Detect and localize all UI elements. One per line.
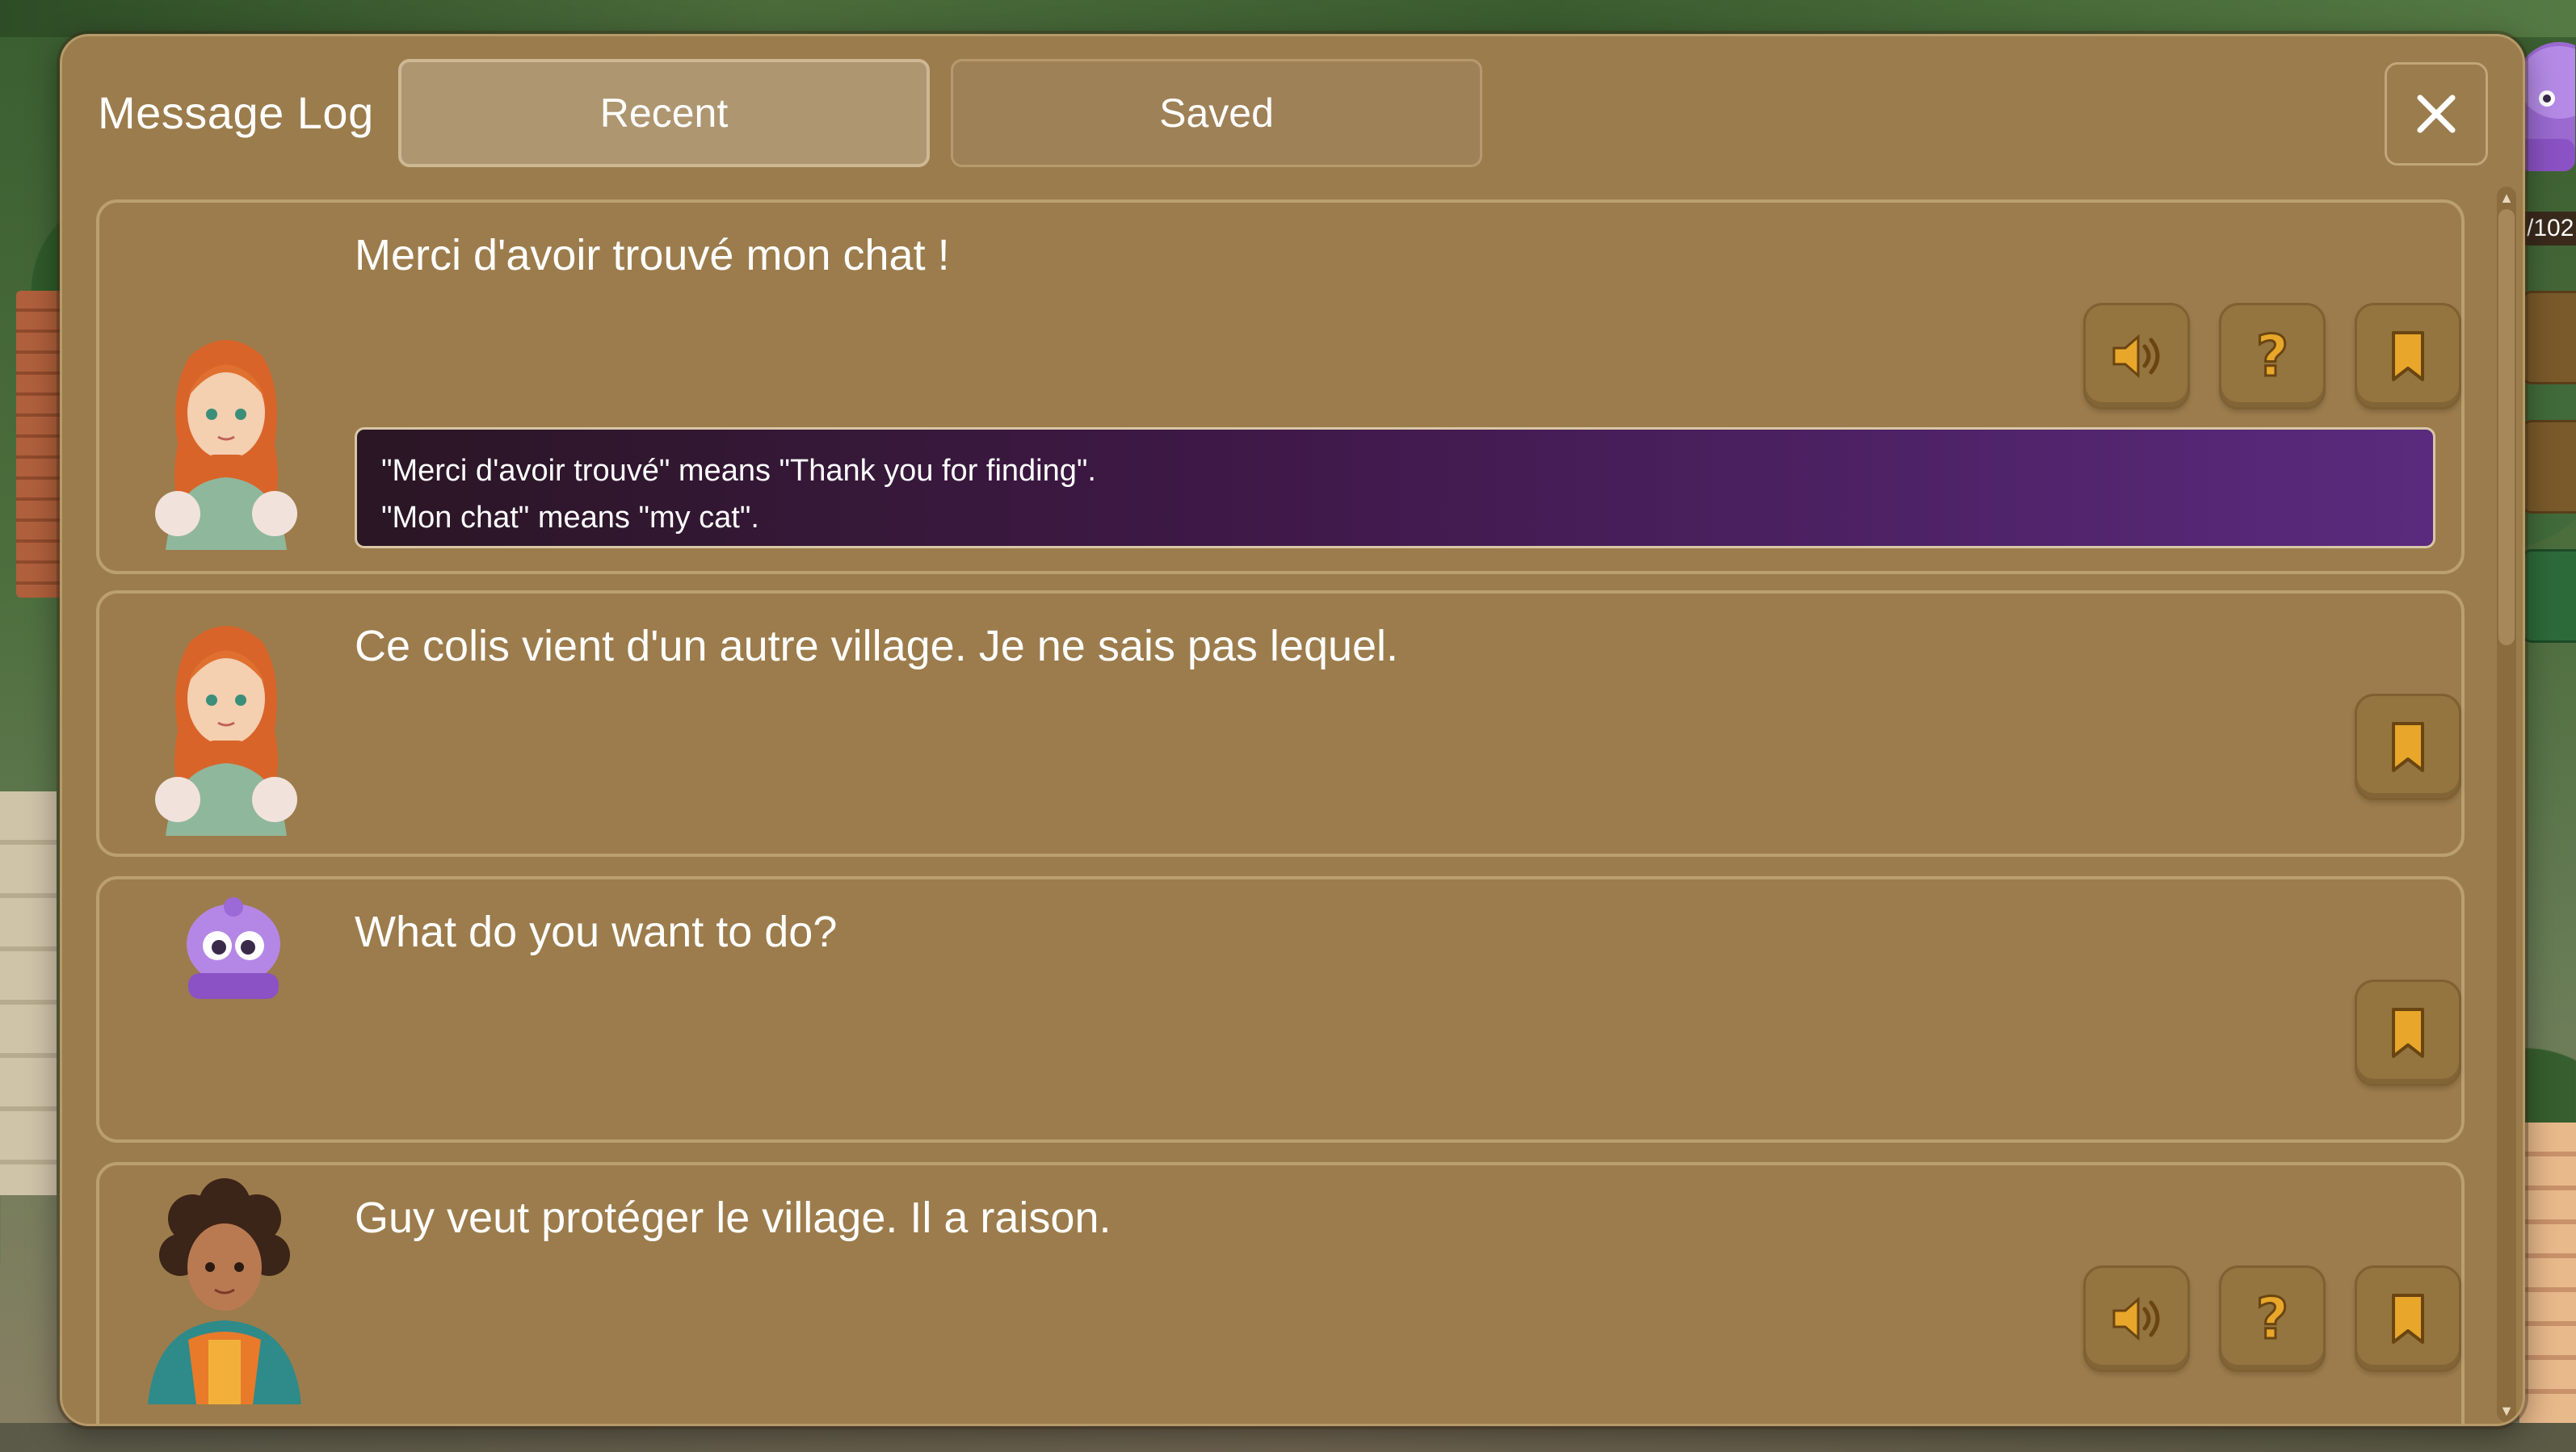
bookmark-icon [2392, 1008, 2424, 1058]
speak-button[interactable] [2083, 1265, 2190, 1372]
translation-line: "Merci d'avoir trouvé" means "Thank you … [381, 454, 1096, 488]
hud-counter: /102 [2520, 212, 2576, 245]
message-card: Guy veut protéger le village. Il a raiso… [96, 1162, 2465, 1424]
translation-box: "Merci d'avoir trouvé" means "Thank you … [355, 427, 2435, 548]
message-text: Guy veut protéger le village. Il a raiso… [355, 1194, 1112, 1242]
message-card: What do you want to do? [96, 876, 2465, 1143]
scroll-up-arrow-icon[interactable]: ▲ [2497, 190, 2516, 206]
help-button[interactable]: ? [2219, 303, 2326, 409]
message-log-panel: Message Log Recent Saved ▲ ▼ Merci d'avo… [60, 34, 2525, 1426]
help-icon: ? [2255, 327, 2290, 385]
background-house [16, 291, 63, 598]
help-button[interactable]: ? [2219, 1265, 2326, 1372]
speaker-icon [2112, 1296, 2160, 1341]
translation-line: "Mon chat" means "my cat". [381, 501, 759, 535]
close-icon [2417, 94, 2456, 133]
redhead-girl-avatar [155, 340, 297, 550]
bookmark-button[interactable] [2355, 980, 2461, 1086]
svg-text:?: ? [2256, 327, 2289, 385]
scroll-down-arrow-icon[interactable]: ▼ [2497, 1403, 2516, 1419]
panel-title: Message Log [98, 87, 374, 138]
hud-map-icon[interactable] [2520, 549, 2576, 643]
redhead-girl-avatar [155, 626, 297, 836]
help-icon: ? [2255, 1290, 2290, 1348]
svg-text:?: ? [2256, 1290, 2289, 1348]
background-brick-wall [2519, 1123, 2576, 1429]
hud-book-icon[interactable] [2520, 420, 2576, 514]
message-card: Ce colis vient d'un autre village. Je ne… [96, 590, 2465, 857]
speak-button[interactable] [2083, 303, 2190, 409]
bookmark-icon [2392, 722, 2424, 772]
bookmark-button[interactable] [2355, 303, 2461, 409]
message-text: Ce colis vient d'un autre village. Je ne… [355, 622, 1399, 670]
bookmark-icon [2392, 331, 2424, 381]
curly-hair-girl-avatar [148, 1178, 301, 1404]
tab-saved[interactable]: Saved [951, 59, 1482, 167]
background-ground [0, 1423, 2576, 1452]
hud-quill-icon[interactable] [2520, 291, 2576, 384]
scrollbar[interactable]: ▲ ▼ [2497, 187, 2516, 1422]
bookmark-button[interactable] [2355, 694, 2461, 800]
message-text: Merci d'avoir trouvé mon chat ! [355, 231, 950, 279]
message-text: What do you want to do? [355, 908, 838, 956]
background-path [0, 791, 57, 1195]
background-foliage-top [0, 0, 2576, 37]
purple-blob-avatar [187, 897, 280, 999]
scroll-thumb[interactable] [2498, 209, 2515, 645]
bookmark-button[interactable] [2355, 1265, 2461, 1372]
tab-recent[interactable]: Recent [398, 59, 930, 167]
bookmark-icon [2392, 1294, 2424, 1344]
message-card: Merci d'avoir trouvé mon chat ! ? "Merci… [96, 199, 2465, 574]
speaker-icon [2112, 334, 2160, 379]
close-button[interactable] [2385, 62, 2488, 166]
